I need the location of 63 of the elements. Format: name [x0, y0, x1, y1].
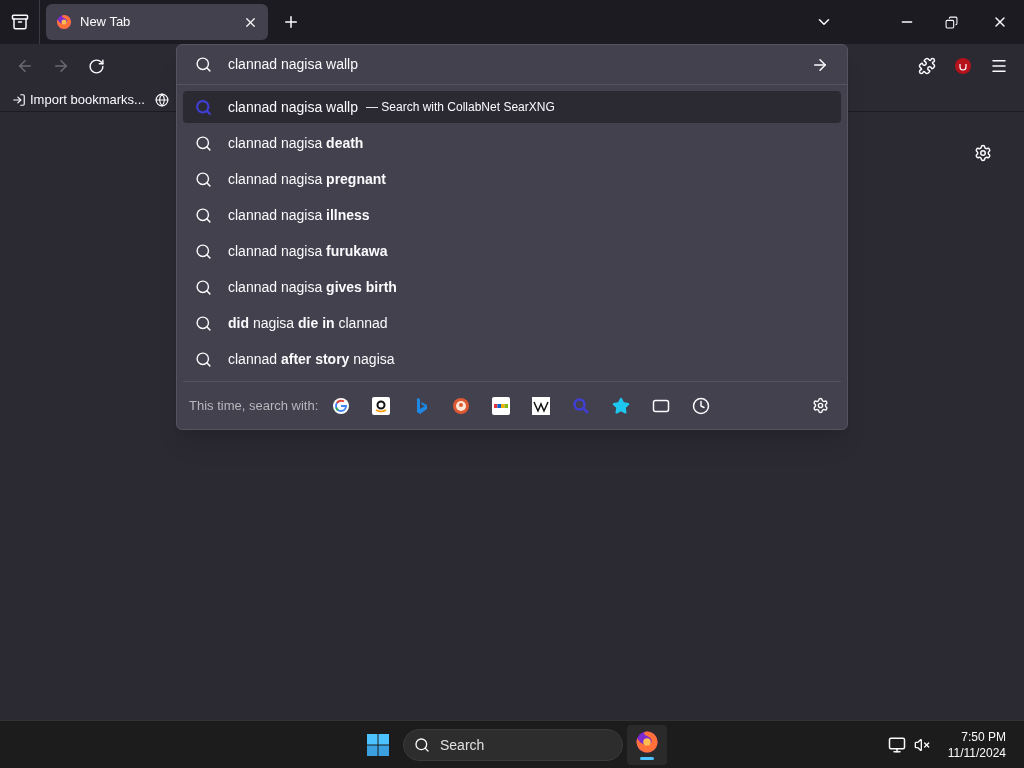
suggestion-row[interactable]: clannad nagisa gives birth — [183, 271, 841, 303]
reload-icon[interactable] — [88, 57, 105, 75]
suggestion-text: clannad nagisa furukawa — [228, 241, 388, 261]
new-tab-icon[interactable] — [282, 13, 300, 31]
globe-icon — [154, 92, 169, 107]
search-icon — [414, 736, 430, 753]
taskbar-search-field[interactable]: Search — [403, 728, 623, 761]
firefox-icon — [635, 729, 659, 754]
search-icon — [195, 242, 212, 260]
suggestion-action: — Search with CollabNet SearXNG — [366, 99, 555, 116]
restore-icon[interactable] — [945, 15, 958, 29]
start-icon[interactable] — [366, 732, 390, 757]
puzzle-icon[interactable] — [918, 57, 936, 75]
search-icon — [195, 98, 212, 116]
suggestion-row[interactable]: did nagisa die in clannad — [183, 307, 841, 339]
address-field[interactable]: clannad nagisa wallp — [228, 54, 811, 75]
suggestion-text: did nagisa die in clannad — [228, 313, 388, 333]
amazon-icon[interactable] — [372, 396, 391, 415]
search-icon — [195, 278, 212, 296]
clock-date: 11/11/2024 — [947, 744, 1006, 761]
network-icon[interactable] — [887, 735, 906, 754]
search-icon — [195, 350, 212, 368]
archive-icon — [10, 13, 29, 31]
back-icon[interactable] — [16, 57, 34, 75]
suggestion-row[interactable]: clannad nagisa furukawa — [183, 235, 841, 267]
menu-icon[interactable] — [990, 57, 1008, 75]
suggestion-row[interactable]: clannad nagisa death — [183, 127, 841, 159]
search-icon — [195, 56, 212, 73]
search-icon — [195, 170, 212, 188]
suggestion-text: clannad nagisa pregnant — [228, 169, 386, 189]
settings-icon[interactable] — [974, 144, 992, 162]
search-with-label: This time, search with: — [189, 396, 319, 415]
browser-tab[interactable]: New Tab — [46, 4, 268, 40]
search-icon — [195, 314, 212, 332]
wikipedia-icon[interactable] — [532, 396, 551, 415]
star-icon[interactable] — [612, 396, 631, 415]
search-icon — [195, 206, 212, 224]
suggestion-row[interactable]: clannad nagisa illness — [183, 199, 841, 231]
google-icon[interactable] — [332, 396, 351, 415]
search-icon — [195, 134, 212, 152]
tab-title: New Tab — [80, 13, 132, 32]
bookmark-link[interactable] — [154, 92, 169, 107]
bookmark-link[interactable]: Import bookmarks... — [12, 89, 145, 110]
suggestion-row[interactable]: clannad nagisa pregnant — [183, 163, 841, 195]
suggestion-text: clannad nagisa gives birth — [228, 277, 397, 297]
ebay-icon[interactable] — [492, 396, 511, 415]
taskbar-app-button[interactable] — [627, 724, 667, 765]
suggestion-text: clannad nagisa wallp — [228, 97, 358, 117]
suggestion-row[interactable]: clannad nagisa wallp — Search with CollabNet SearXNG — [183, 91, 841, 123]
duck-icon[interactable] — [452, 396, 471, 415]
bookmark-label: Import bookmarks... — [30, 90, 145, 109]
firefox-icon — [56, 14, 72, 30]
clock-time: 7:50 PM — [961, 728, 1006, 745]
shield-icon[interactable] — [954, 57, 972, 75]
suggestion-text: clannad after story nagisa — [228, 349, 395, 369]
import-icon — [12, 92, 26, 107]
suggestion-text: clannad nagisa death — [228, 133, 364, 153]
settings-icon[interactable] — [812, 397, 829, 414]
muted-speaker-icon[interactable] — [913, 736, 930, 753]
suggestion-row[interactable]: clannad after story nagisa — [183, 343, 841, 375]
forward-icon[interactable] — [52, 57, 70, 75]
clock-icon[interactable] — [692, 396, 711, 415]
suggestion-text: clannad nagisa illness — [228, 205, 370, 225]
